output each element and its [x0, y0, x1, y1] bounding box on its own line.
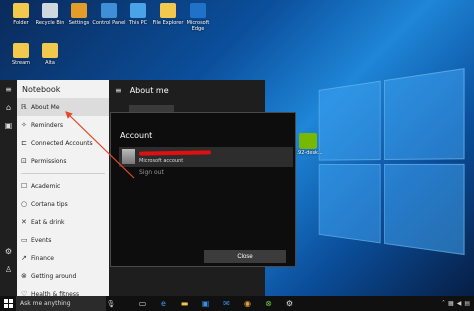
desktop-shortcut[interactable]: This PC	[121, 3, 155, 26]
avatar	[122, 149, 135, 164]
file-explorer-icon[interactable]: ▬	[176, 296, 193, 311]
account-row[interactable]: Microsoft account	[119, 147, 293, 167]
settings-icon	[71, 3, 87, 18]
notebook-panel: Notebook ℝ About Me ✧ Reminders ⊏ Connected A…	[17, 80, 109, 296]
chrome-icon[interactable]: ◉	[239, 296, 256, 311]
system-tray: ˄ ▦ ◀ ▤	[442, 300, 474, 307]
redaction-mark	[138, 150, 212, 156]
action-center-icon[interactable]: ▤	[464, 300, 470, 307]
desktop-shortcut-nvidia[interactable]: 1.92-desk...	[293, 133, 323, 156]
dialog-title: Account	[120, 131, 153, 140]
search-placeholder: Ask me anything	[20, 300, 71, 307]
recycle-bin-icon	[42, 3, 58, 18]
desktop-shortcut[interactable]: Microsoft Edge	[181, 3, 215, 32]
edge-icon	[190, 3, 206, 18]
academic-icon: ☐	[21, 182, 28, 190]
notebook-item[interactable]: ○ Cortana tips	[17, 195, 109, 213]
link-icon: ⊏	[21, 139, 27, 147]
folder-icon	[13, 3, 29, 18]
feedback-icon[interactable]: ♙	[0, 260, 17, 278]
notebook-item-label: Events	[31, 236, 52, 244]
notebook-item-label: Connected Accounts	[31, 139, 93, 147]
desktop-shortcut-label: Settings	[68, 20, 90, 26]
desktop-shortcut[interactable]: Settings	[62, 3, 96, 26]
volume-icon[interactable]: ◀	[457, 300, 462, 307]
about-me-header: ≡ About me	[109, 80, 265, 100]
settings-icon[interactable]: ⚙	[281, 296, 298, 311]
notebook-item-label: Permissions	[31, 157, 67, 165]
windows-logo-wallpaper	[318, 67, 472, 263]
desktop-shortcut[interactable]: File Explorer	[151, 3, 185, 26]
windows-icon	[3, 299, 13, 308]
desktop-shortcut[interactable]: Alta	[33, 43, 67, 66]
notebook-item-label: Cortana tips	[31, 200, 68, 208]
notebook-title: Notebook	[22, 84, 61, 94]
network-icon[interactable]: ▦	[448, 300, 454, 307]
desktop-shortcut-label: This PC	[128, 20, 148, 26]
notebook-item-label: Getting around	[31, 272, 77, 280]
lock-icon: ⊡	[21, 157, 27, 165]
nvidia-icon	[299, 133, 317, 149]
notebook-item-label: Reminders	[31, 121, 63, 129]
notebook-item-label: Finance	[31, 254, 54, 262]
notebook-item[interactable]: ⊗ Getting around	[17, 267, 109, 285]
notebook-item[interactable]: ⊏ Connected Accounts	[17, 134, 109, 152]
microphone-icon[interactable]: 🎙	[106, 300, 116, 308]
control-panel-icon	[101, 3, 117, 18]
notebook-item[interactable]: ☐ Academic	[17, 177, 109, 195]
divider	[21, 173, 105, 174]
desktop-shortcut-label: Microsoft Edge	[186, 20, 210, 32]
mail-icon[interactable]: ✉	[218, 296, 235, 311]
hamburger-icon[interactable]: ≡	[115, 86, 122, 95]
notebook-item[interactable]: ↗ Finance	[17, 249, 109, 267]
notebook-item-label: Eat & drink	[31, 218, 65, 226]
food-icon: ✕	[21, 218, 27, 226]
start-button[interactable]	[0, 296, 16, 311]
account-dialog: Account Microsoft account Sign out Close	[110, 112, 296, 267]
notebook-item-label: About Me	[31, 103, 60, 111]
notebook-item[interactable]: ✕ Eat & drink	[17, 213, 109, 231]
desktop-shortcut-label: Alta	[45, 60, 55, 66]
tips-icon: ○	[21, 200, 28, 208]
task-view-icon[interactable]: ▭	[134, 296, 151, 311]
finance-icon: ↗	[21, 254, 27, 262]
folder-icon	[13, 43, 29, 58]
file-explorer-icon	[160, 3, 176, 18]
notebook-item[interactable]: ♡ Health & fitness	[17, 285, 109, 296]
this-pc-icon	[130, 3, 146, 18]
settings-icon[interactable]: ⚙	[0, 242, 17, 260]
notebook-item[interactable]: ⊡ Permissions	[17, 152, 109, 170]
sign-out-link[interactable]: Sign out	[139, 169, 164, 176]
notebook-item[interactable]: ✧ Reminders	[17, 116, 109, 134]
desktop-shortcut-label: File Explorer	[152, 20, 184, 26]
up-arrow-icon[interactable]: ˄	[442, 300, 445, 307]
bulb-icon: ✧	[21, 121, 27, 129]
cortana-rail: ≡ ⌂ ▣ ⚙ ♙	[0, 80, 17, 296]
calendar-icon: ▭	[21, 236, 28, 244]
notebook-item[interactable]: ▭ Events	[17, 231, 109, 249]
taskbar: Ask me anything 🎙 ▭ e ▬ ▣ ✉ ◉ ⊗ ⚙ ˄ ▦ ◀ ▤	[0, 296, 474, 311]
notebook-item-label: Academic	[31, 182, 61, 190]
notebook-icon[interactable]: ▣	[0, 116, 17, 134]
store-icon[interactable]: ▣	[197, 296, 214, 311]
xbox-icon[interactable]: ⊗	[260, 296, 277, 311]
notebook-item[interactable]: ℝ About Me	[17, 98, 109, 116]
close-button[interactable]: Close	[204, 250, 286, 263]
home-icon[interactable]: ⌂	[0, 98, 17, 116]
edge-icon[interactable]: e	[155, 296, 172, 311]
folder-icon	[42, 43, 58, 58]
about-me-title: About me	[129, 85, 169, 95]
car-icon: ⊗	[21, 272, 27, 280]
hamburger-icon[interactable]: ≡	[0, 80, 17, 98]
people-icon: ℝ	[21, 103, 27, 111]
account-type: Microsoft account	[139, 158, 184, 164]
cortana-search-box[interactable]: Ask me anything	[16, 296, 106, 311]
